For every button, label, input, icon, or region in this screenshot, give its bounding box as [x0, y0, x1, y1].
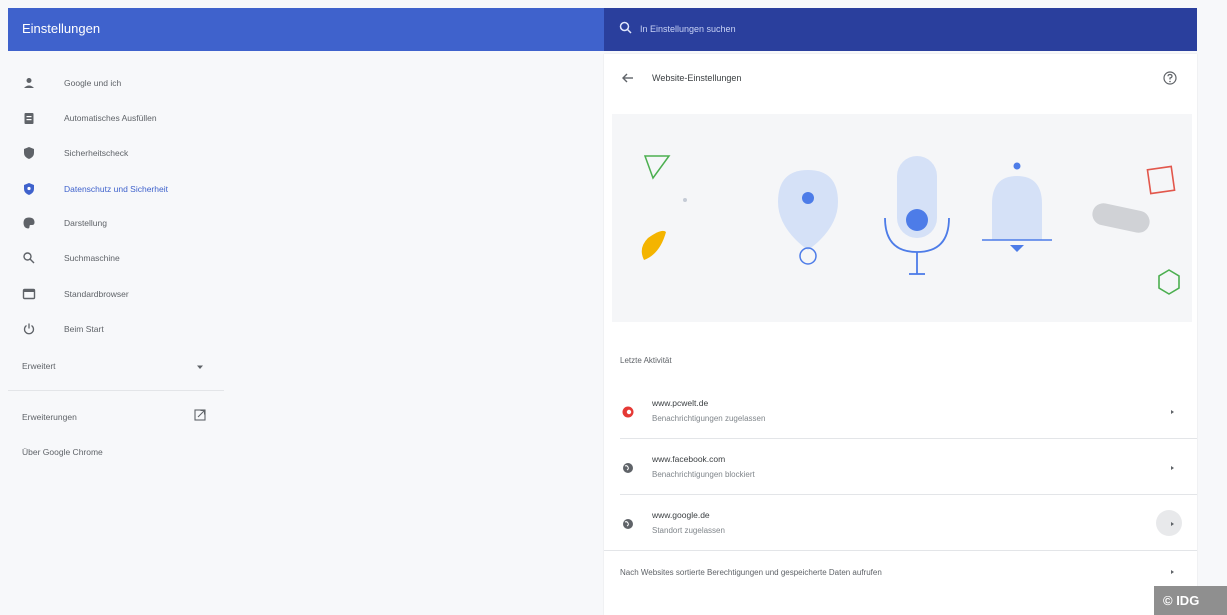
- power-icon: [23, 323, 35, 335]
- sidebar-item-label: Sicherheitscheck: [64, 148, 129, 158]
- sidebar: Google und ich Automatisches Ausfüllen S…: [8, 51, 224, 615]
- all-sites-link[interactable]: Nach Websites sortierte Berechtigungen u…: [620, 568, 882, 577]
- recent-activity-row[interactable]: www.google.de Standort zugelassen: [604, 498, 1197, 550]
- clipboard-icon: [24, 113, 34, 124]
- site-url: www.pcwelt.de: [652, 398, 709, 408]
- search-input[interactable]: [640, 21, 1140, 37]
- palette-icon: [23, 217, 35, 229]
- recent-activity-heading: Letzte Aktivität: [620, 356, 672, 365]
- recent-activity-row[interactable]: www.pcwelt.de Benachrichtigungen zugelas…: [604, 386, 1197, 438]
- sidebar-item-google-und-ich[interactable]: Google und ich: [8, 69, 224, 99]
- site-url: www.google.de: [652, 510, 710, 520]
- sidebar-item-label: Darstellung: [64, 218, 107, 228]
- search-icon: [23, 252, 35, 264]
- sidebar-item-advanced[interactable]: Erweitert: [8, 352, 224, 382]
- panel-title: Website-Einstellungen: [652, 73, 742, 83]
- sidebar-item-privacy-security[interactable]: Datenschutz und Sicherheit: [8, 175, 224, 205]
- sidebar-item-safety-check[interactable]: Sicherheitscheck: [8, 139, 224, 169]
- globe-icon: [623, 519, 633, 529]
- sidebar-item-appearance[interactable]: Darstellung: [8, 209, 224, 239]
- sidebar-item-label: Suchmaschine: [64, 253, 120, 263]
- copyright-watermark: © IDG: [1154, 586, 1227, 615]
- sidebar-item-label: Standardbrowser: [64, 289, 129, 299]
- globe-icon: [623, 463, 633, 473]
- search-box[interactable]: [604, 8, 1197, 51]
- settings-window: Einstellungen Google und ich Automatisch…: [8, 8, 1197, 615]
- about-chrome-label: Über Google Chrome: [22, 447, 103, 457]
- dropdown-arrow-icon: [197, 365, 203, 369]
- extensions-link[interactable]: Erweiterungen: [22, 412, 77, 422]
- recent-activity-row[interactable]: www.facebook.com Benachrichtigungen bloc…: [604, 442, 1197, 494]
- sidebar-item-search-engine[interactable]: Suchmaschine: [8, 244, 224, 274]
- pcwelt-favicon: [622, 406, 634, 418]
- row-divider: [620, 494, 1197, 495]
- shield-lock-icon: [24, 183, 34, 195]
- chevron-right-icon: [1171, 466, 1174, 470]
- row-divider: [620, 438, 1197, 439]
- sidebar-item-label: Beim Start: [64, 324, 104, 334]
- browser-icon: [22, 288, 36, 300]
- page-title: Einstellungen: [22, 21, 101, 36]
- open-in-new-icon[interactable]: [194, 409, 206, 421]
- panel-header: Website-Einstellungen: [604, 54, 1197, 110]
- site-permission-status: Benachrichtigungen zugelassen: [652, 414, 766, 423]
- help-icon[interactable]: [1162, 70, 1178, 86]
- extensions-label: Erweiterungen: [22, 412, 77, 422]
- sidebar-item-label: Automatisches Ausfüllen: [64, 113, 157, 123]
- site-url: www.facebook.com: [652, 454, 726, 464]
- site-permission-status: Benachrichtigungen blockiert: [652, 470, 755, 479]
- site-permission-status: Standort zugelassen: [652, 526, 725, 535]
- about-chrome-link[interactable]: Über Google Chrome: [22, 447, 103, 457]
- sidebar-item-label: Erweitert: [22, 361, 56, 371]
- sidebar-item-default-browser[interactable]: Standardbrowser: [8, 280, 224, 310]
- person-icon: [24, 78, 34, 88]
- search-icon: [619, 21, 632, 34]
- sidebar-item-on-startup[interactable]: Beim Start: [8, 315, 224, 345]
- chevron-right-icon: [1171, 410, 1174, 414]
- site-settings-panel: Website-Einstellungen Letzte Aktivität w…: [604, 54, 1197, 615]
- site-settings-illustration: [612, 114, 1192, 322]
- shield-icon: [24, 147, 34, 159]
- chevron-right-icon: [1171, 522, 1174, 526]
- sidebar-item-label: Google und ich: [64, 78, 122, 88]
- watermark-text: © IDG: [1163, 593, 1200, 608]
- sidebar-divider: [8, 390, 224, 391]
- back-arrow-icon[interactable]: [620, 70, 636, 86]
- section-divider: [604, 550, 1197, 551]
- sidebar-item-autofill[interactable]: Automatisches Ausfüllen: [8, 104, 224, 134]
- sidebar-item-label: Datenschutz und Sicherheit: [64, 184, 168, 194]
- chevron-right-icon[interactable]: [1168, 568, 1176, 576]
- settings-header: Einstellungen: [8, 8, 1197, 51]
